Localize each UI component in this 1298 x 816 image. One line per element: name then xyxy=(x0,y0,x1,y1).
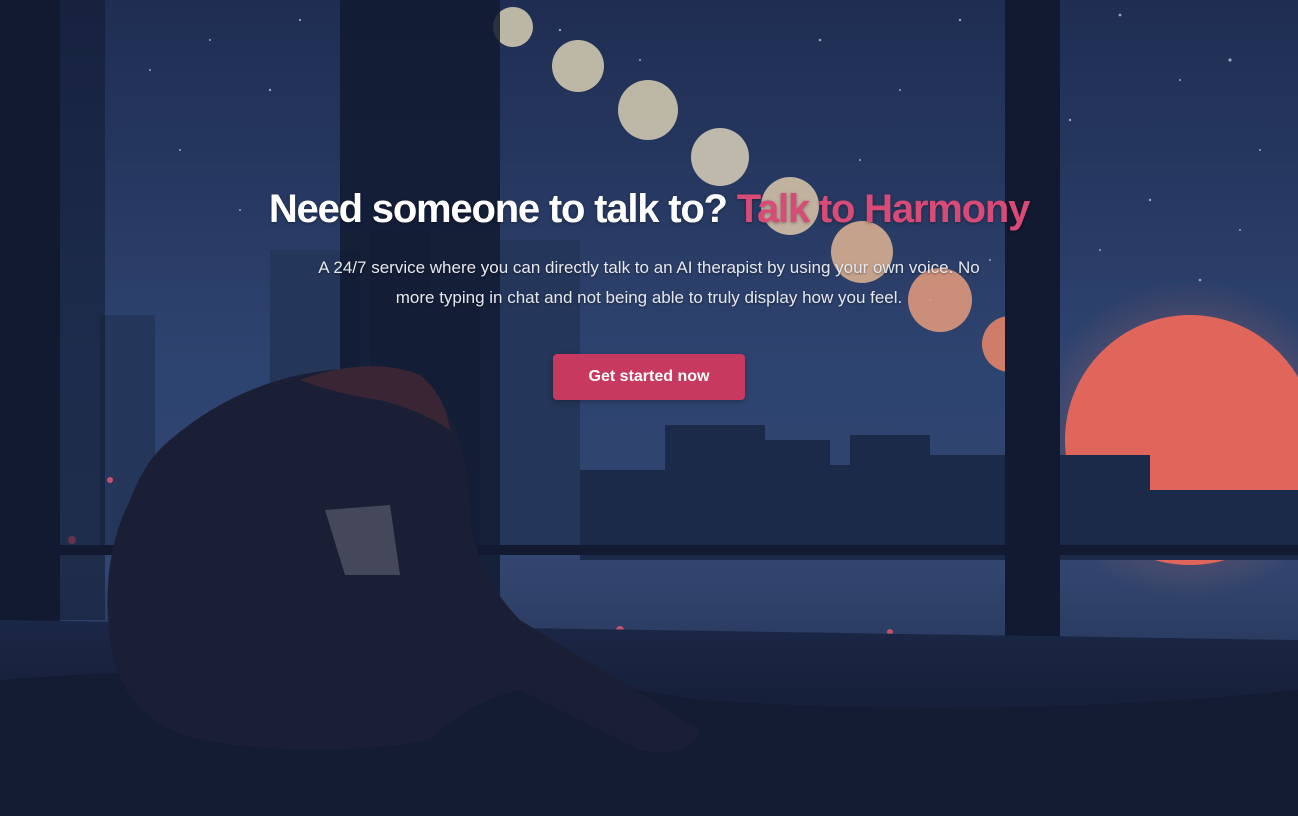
hero-content: Need someone to talk to? Talk to Harmony… xyxy=(0,185,1298,400)
headline-accent: Talk to Harmony xyxy=(736,187,1031,231)
hero-headline: Need someone to talk to? Talk to Harmony xyxy=(0,185,1298,233)
hero-background-illustration xyxy=(0,0,1298,816)
get-started-button[interactable]: Get started now xyxy=(553,354,745,400)
headline-main: Need someone to talk to? xyxy=(268,187,728,231)
hero-subtitle: A 24/7 service where you can directly ta… xyxy=(318,258,980,307)
hero-section: Need someone to talk to? Talk to Harmony… xyxy=(0,0,1298,816)
